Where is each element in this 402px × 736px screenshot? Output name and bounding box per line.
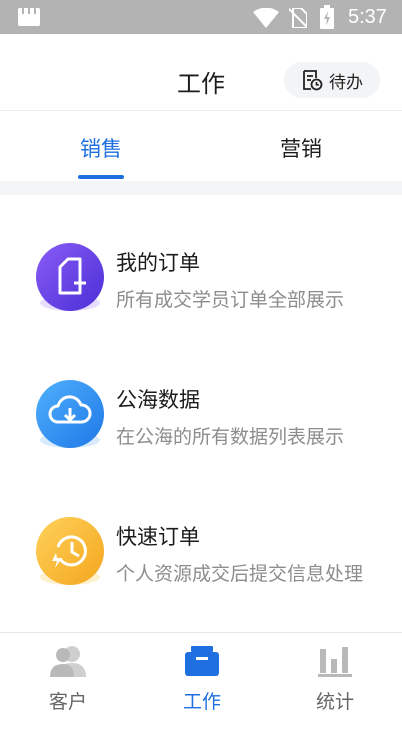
status-bar: 5:37: [0, 0, 402, 34]
bar-chart-icon: [318, 647, 352, 677]
todo-label: 待办: [329, 72, 363, 93]
cloud-download-icon: [36, 380, 104, 448]
item-description: 个人资源成交后提交信息处理: [116, 563, 364, 585]
list-item-my-orders[interactable]: 我的订单 所有成交学员订单全部展示: [0, 195, 402, 332]
wifi-icon: [253, 8, 279, 28]
item-title: 快速订单: [116, 525, 200, 549]
nav-label: 客户: [48, 691, 87, 713]
bottom-nav: 客户 工作 统计: [0, 632, 402, 736]
battery-charging-icon: [320, 5, 334, 29]
tab-bar: 销售 营销: [0, 111, 402, 181]
active-tab-indicator: [78, 175, 124, 179]
item-title: 公海数据: [116, 388, 200, 412]
todo-list-icon: [303, 70, 323, 91]
nav-work[interactable]: 工作: [162, 645, 242, 714]
tab-marketing[interactable]: 营销: [280, 133, 322, 163]
clock-flash-icon: [36, 517, 104, 585]
section-divider: [0, 181, 402, 195]
briefcase-icon: [185, 646, 219, 676]
app-icon: [18, 8, 40, 26]
nav-statistics[interactable]: 统计: [295, 645, 375, 714]
nav-label: 统计: [315, 691, 354, 713]
todo-button[interactable]: 待办: [284, 62, 380, 98]
nav-customers[interactable]: 客户: [28, 645, 108, 714]
no-sim-icon: [289, 8, 307, 28]
nav-label: 工作: [182, 691, 221, 713]
status-time: 5:37: [348, 6, 387, 28]
list-item-public-data[interactable]: 公海数据 在公海的所有数据列表展示: [0, 332, 402, 469]
header: 工作 待办: [0, 34, 402, 110]
item-description: 在公海的所有数据列表展示: [116, 426, 345, 448]
list-item-quick-order[interactable]: 快速订单 个人资源成交后提交信息处理: [0, 469, 402, 606]
add-document-icon: [36, 243, 104, 311]
tab-sales[interactable]: 销售: [80, 133, 122, 163]
item-description: 所有成交学员订单全部展示: [116, 289, 345, 311]
item-title: 我的订单: [116, 251, 200, 275]
people-icon: [50, 646, 86, 677]
